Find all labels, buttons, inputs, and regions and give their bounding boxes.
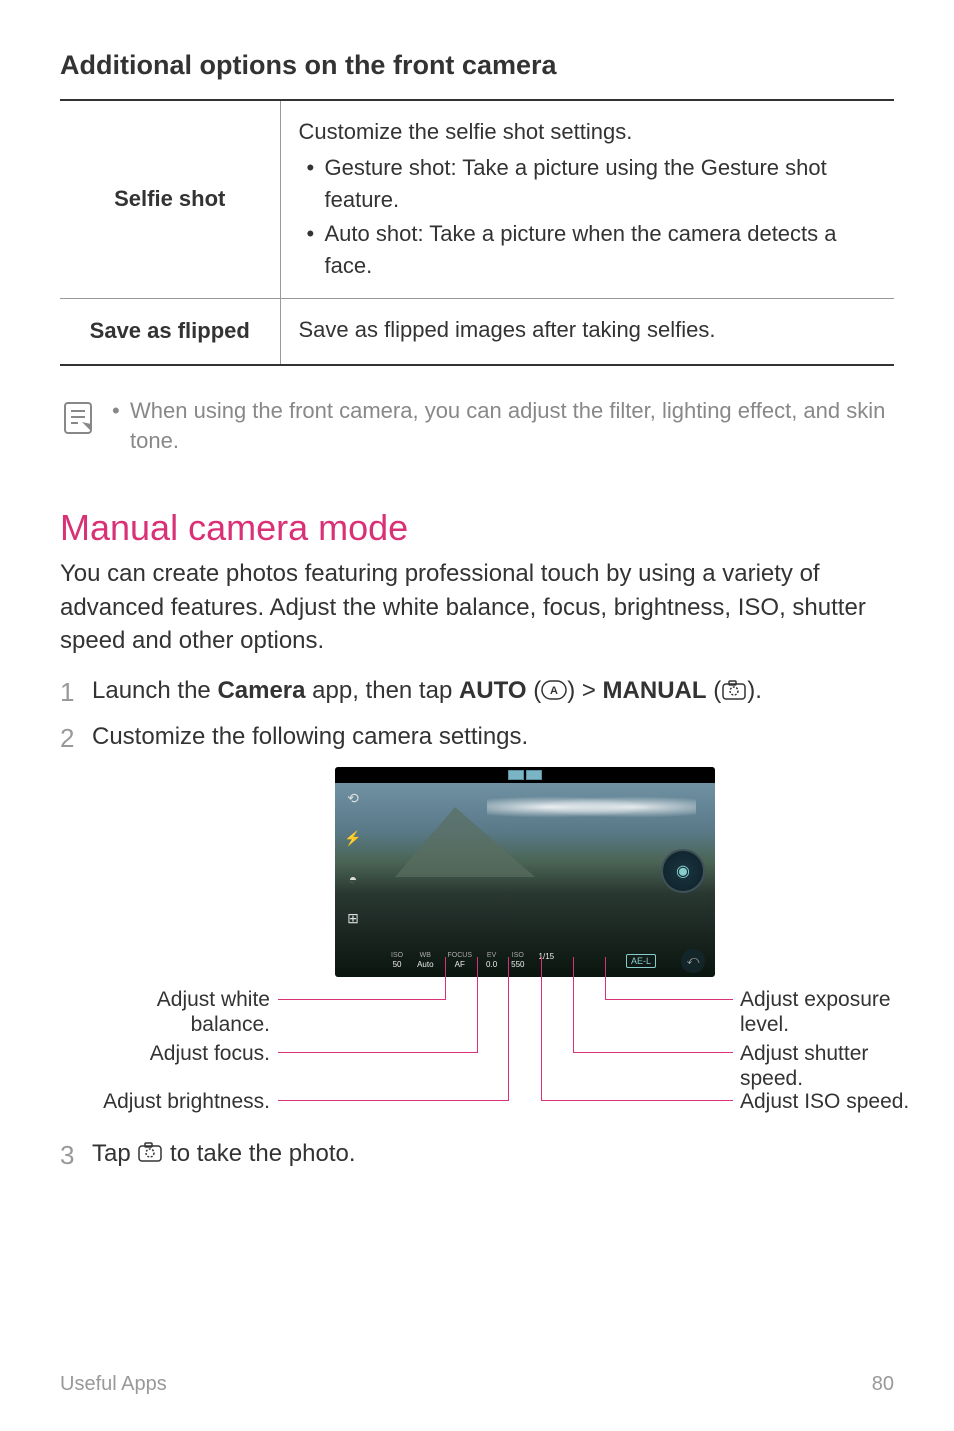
- step-list: 1 Launch the Camera app, then tap AUTO (…: [60, 674, 894, 757]
- callout-white-balance: Adjust white balance.: [140, 987, 270, 1037]
- iso-speed-setting: ISO 550: [511, 952, 524, 970]
- mountain-graphic: [395, 807, 535, 877]
- camera-bottom-bar: ISO 50 WB Auto FOCUS AF EV 0.0 ISO 550: [335, 945, 715, 977]
- step-text: Customize the following camera settings.: [92, 720, 528, 754]
- note-item: When using the front camera, you can adj…: [110, 396, 894, 458]
- note-list: When using the front camera, you can adj…: [110, 396, 894, 458]
- step-text: (: [527, 677, 542, 704]
- step-number: 2: [60, 720, 78, 756]
- callout-focus: Adjust focus.: [140, 1041, 270, 1066]
- step-text: Tap: [92, 1140, 137, 1167]
- grid-icon: ⊞: [343, 909, 363, 929]
- step-text: ) >: [567, 677, 602, 704]
- step-text: app, then tap: [306, 677, 459, 704]
- table-row: Selfie shot Customize the selfie shot se…: [60, 100, 894, 298]
- page-number: 80: [872, 1373, 894, 1396]
- status-icon: [508, 770, 524, 780]
- ae-lock-button: AE-L: [626, 954, 656, 968]
- timer-icon: ◓: [343, 869, 363, 889]
- callout-line: [573, 957, 574, 1052]
- callout-shutter: Adjust shutter speed.: [740, 1041, 900, 1091]
- callout-iso: Adjust ISO speed.: [740, 1089, 920, 1114]
- callout-line: [573, 1052, 733, 1053]
- option-label: Save as flipped: [60, 298, 280, 365]
- callout-line: [605, 957, 606, 999]
- callout-line: [278, 1052, 478, 1053]
- callout-line: [605, 999, 733, 1000]
- callout-line: [477, 957, 478, 1052]
- step-text: (: [707, 677, 722, 704]
- status-bar: [335, 767, 715, 783]
- option-desc-cell: Customize the selfie shot settings. Gest…: [280, 100, 894, 298]
- option-desc-cell: Save as flipped images after taking self…: [280, 298, 894, 365]
- options-table: Selfie shot Customize the selfie shot se…: [60, 99, 894, 366]
- mode-manual: MANUAL: [603, 677, 707, 704]
- app-name: Camera: [217, 677, 305, 704]
- callout-line: [541, 957, 542, 1100]
- step-text: to take the photo.: [163, 1140, 355, 1167]
- mode-auto: AUTO: [459, 677, 527, 704]
- option-desc: Save as flipped images after taking self…: [299, 313, 877, 346]
- step-list-continued: 3 Tap to take the photo.: [60, 1137, 894, 1173]
- svg-text:A: A: [550, 685, 558, 697]
- callout-line: [278, 999, 446, 1000]
- status-icon: [526, 770, 542, 780]
- step-number: 3: [60, 1137, 78, 1173]
- note-icon: [60, 400, 96, 436]
- step-item: 3 Tap to take the photo.: [60, 1137, 894, 1173]
- camera-diagram: ⟲ ⚡ ◓ ⊞ ⚙ ◉ ISO 50 WB Auto FOCUS AF: [60, 767, 894, 1117]
- step-text: ).: [747, 677, 762, 704]
- step-number: 1: [60, 674, 78, 710]
- section-heading: Additional options on the front camera: [60, 50, 894, 81]
- focus-setting: FOCUS AF: [448, 952, 473, 970]
- callout-line: [278, 1100, 509, 1101]
- bullet-item: Gesture shot: Take a picture using the G…: [305, 152, 877, 216]
- step-text: Launch the: [92, 677, 217, 704]
- step-item: 1 Launch the Camera app, then tap AUTO (…: [60, 674, 894, 710]
- flash-icon: ⚡: [343, 829, 363, 849]
- back-icon: ⤺: [681, 949, 705, 973]
- ev-setting: EV 0.0: [486, 952, 497, 970]
- callout-line: [541, 1100, 733, 1101]
- option-label: Selfie shot: [60, 100, 280, 298]
- step-item: 2 Customize the following camera setting…: [60, 720, 894, 756]
- note-box: When using the front camera, you can adj…: [60, 396, 894, 458]
- page-footer: Useful Apps 80: [60, 1373, 894, 1396]
- camera-screenshot: ⟲ ⚡ ◓ ⊞ ⚙ ◉ ISO 50 WB Auto FOCUS AF: [335, 767, 715, 977]
- footer-section: Useful Apps: [60, 1373, 167, 1396]
- bullet-item: Auto shot: Take a picture when the camer…: [305, 218, 877, 282]
- option-desc: Customize the selfie shot settings.: [299, 115, 877, 148]
- callout-line: [508, 957, 509, 1100]
- callout-line: [445, 957, 446, 999]
- intro-text: You can create photos featuring professi…: [60, 557, 894, 658]
- manual-mode-icon: [721, 679, 747, 701]
- page-title: Manual camera mode: [60, 507, 894, 549]
- auto-mode-icon: A: [541, 680, 567, 700]
- table-row: Save as flipped Save as flipped images a…: [60, 298, 894, 365]
- iso-setting: ISO 50: [391, 952, 403, 970]
- wb-setting: WB Auto: [417, 952, 433, 970]
- camera-icon: [137, 1141, 163, 1163]
- callout-exposure: Adjust exposure level.: [740, 987, 910, 1037]
- option-bullets: Gesture shot: Take a picture using the G…: [299, 152, 877, 282]
- switch-camera-icon: ⟲: [343, 789, 363, 809]
- shutter-button: ◉: [661, 849, 705, 893]
- callout-brightness: Adjust brightness.: [80, 1089, 270, 1114]
